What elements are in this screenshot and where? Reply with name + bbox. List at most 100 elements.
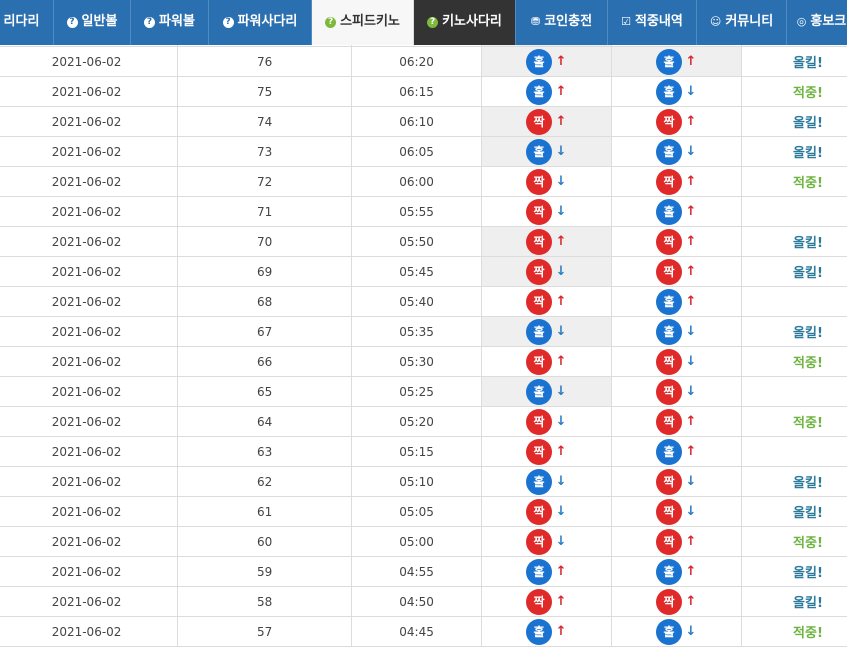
pick-a-cell: 짝 ↑: [481, 106, 612, 137]
result-text: 적중!: [793, 176, 823, 191]
table-row: 2021-06-02 63 05:15 짝 ↑ 홀 ↑: [0, 436, 847, 467]
pick-a-cell: 짝 ↑: [481, 286, 612, 317]
table-row: 2021-06-02 76 06:20 홀 ↑ 홀 ↑ 올킬!: [0, 46, 847, 77]
result-text: 올킬!: [793, 566, 823, 581]
pick-a-cell: 짝 ↓: [481, 406, 612, 437]
arrow-up-icon: ↑: [685, 114, 697, 129]
time-cell: 04:45: [351, 616, 483, 647]
help-icon: ?: [222, 17, 234, 28]
tab-4[interactable]: ? 스피드키노: [312, 0, 414, 45]
tab-0[interactable]: 리다리: [0, 0, 54, 45]
round-cell: 70: [177, 226, 353, 257]
arrow-up-icon: ↑: [685, 234, 697, 249]
time-cell: 05:50: [351, 226, 483, 257]
pick-b-cell: 짝 ↑: [611, 106, 742, 137]
arrow-up-icon: ↑: [685, 294, 697, 309]
even-ball: 짝: [526, 168, 553, 195]
time-cell: 04:50: [351, 586, 483, 617]
even-ball: 짝: [526, 408, 553, 435]
promo-icon: ◎: [796, 15, 807, 28]
date-cell: 2021-06-02: [0, 376, 179, 407]
tab-label: 키노사다리: [442, 14, 502, 29]
pick-a-cell: 짝 ↓: [481, 496, 612, 527]
even-ball: 짝: [655, 258, 682, 285]
date-cell: 2021-06-02: [0, 196, 179, 227]
help-icon: ?: [325, 17, 337, 28]
arrow-down-icon: ↓: [555, 264, 567, 279]
tab-5[interactable]: ? 키노사다리: [414, 0, 516, 45]
pick-a-cell: 짝 ↑: [481, 586, 612, 617]
tab-8[interactable]: ☺ 커뮤니티: [697, 0, 787, 45]
result-cell: 적중!: [740, 346, 847, 377]
result-cell: 적중!: [740, 166, 847, 197]
tab-2[interactable]: ? 파워볼: [131, 0, 209, 45]
result-text: 적중!: [793, 536, 823, 551]
table-row: 2021-06-02 75 06:15 홀 ↑ 홀 ↓ 적중!: [0, 76, 847, 107]
pick-b-cell: 짝 ↓: [611, 466, 742, 497]
arrow-up-icon: ↑: [685, 594, 697, 609]
table-row: 2021-06-02 64 05:20 짝 ↓ 짝 ↑ 적중!: [0, 406, 847, 437]
tab-6[interactable]: ⛃ 코인충전: [516, 0, 608, 45]
date-cell: 2021-06-02: [0, 406, 179, 437]
even-ball: 짝: [655, 468, 682, 495]
tab-3[interactable]: ? 파워사다리: [209, 0, 312, 45]
pick-a-cell: 짝 ↑: [481, 436, 612, 467]
time-cell: 06:10: [351, 106, 483, 137]
pick-b-cell: 홀 ↑: [611, 46, 742, 77]
table-row: 2021-06-02 71 05:55 짝 ↓ 홀 ↑: [0, 196, 847, 227]
result-text: 적중!: [793, 356, 823, 371]
help-icon: ?: [66, 17, 78, 28]
time-cell: 06:15: [351, 76, 483, 107]
even-ball: 짝: [526, 108, 553, 135]
date-cell: 2021-06-02: [0, 466, 179, 497]
time-cell: 05:00: [351, 526, 483, 557]
smile-icon: ☺: [709, 15, 722, 28]
result-text: 적중!: [793, 626, 823, 641]
odd-ball: 홀: [655, 48, 682, 75]
result-text: 적중!: [793, 416, 823, 431]
arrow-down-icon: ↓: [555, 144, 567, 159]
odd-ball: 홀: [655, 318, 682, 345]
arrow-up-icon: ↑: [555, 564, 567, 579]
even-ball: 짝: [655, 528, 682, 555]
result-cell: 올킬!: [740, 556, 847, 587]
odd-ball: 홀: [655, 138, 682, 165]
tab-7[interactable]: ☑ 적중내역: [608, 0, 697, 45]
result-cell: 적중!: [740, 76, 847, 107]
pick-b-cell: 짝 ↑: [611, 166, 742, 197]
arrow-up-icon: ↑: [555, 234, 567, 249]
table-row: 2021-06-02 62 05:10 홀 ↓ 짝 ↓ 올킬!: [0, 466, 847, 497]
arrow-up-icon: ↑: [685, 564, 697, 579]
tab-1[interactable]: ? 일반볼: [54, 0, 131, 45]
arrow-up-icon: ↑: [685, 534, 697, 549]
round-cell: 59: [177, 556, 353, 587]
pick-b-cell: 짝 ↓: [611, 496, 742, 527]
help-icon: ?: [144, 17, 156, 28]
tab-label: 리다리: [3, 14, 40, 29]
date-cell: 2021-06-02: [0, 256, 179, 287]
arrow-up-icon: ↑: [555, 444, 567, 459]
odd-ball: 홀: [526, 48, 553, 75]
odd-ball: 홀: [655, 438, 682, 465]
arrow-down-icon: ↓: [685, 354, 697, 369]
arrow-up-icon: ↑: [685, 414, 697, 429]
pick-b-cell: 홀 ↑: [611, 556, 742, 587]
pick-b-cell: 짝 ↑: [611, 406, 742, 437]
date-cell: 2021-06-02: [0, 286, 179, 317]
table-row: 2021-06-02 60 05:00 짝 ↓ 짝 ↑ 적중!: [0, 526, 847, 557]
even-ball: 짝: [655, 378, 682, 405]
pick-a-cell: 짝 ↓: [481, 166, 612, 197]
round-cell: 64: [177, 406, 353, 437]
arrow-down-icon: ↓: [685, 504, 697, 519]
date-cell: 2021-06-02: [0, 526, 179, 557]
even-ball: 짝: [526, 438, 553, 465]
date-cell: 2021-06-02: [0, 586, 179, 617]
round-cell: 68: [177, 286, 353, 317]
tab-9[interactable]: ◎ 홍보크: [787, 0, 847, 45]
date-cell: 2021-06-02: [0, 436, 179, 467]
round-cell: 57: [177, 616, 353, 647]
arrow-down-icon: ↓: [555, 384, 567, 399]
odd-ball: 홀: [526, 318, 553, 345]
round-cell: 66: [177, 346, 353, 377]
date-cell: 2021-06-02: [0, 316, 179, 347]
